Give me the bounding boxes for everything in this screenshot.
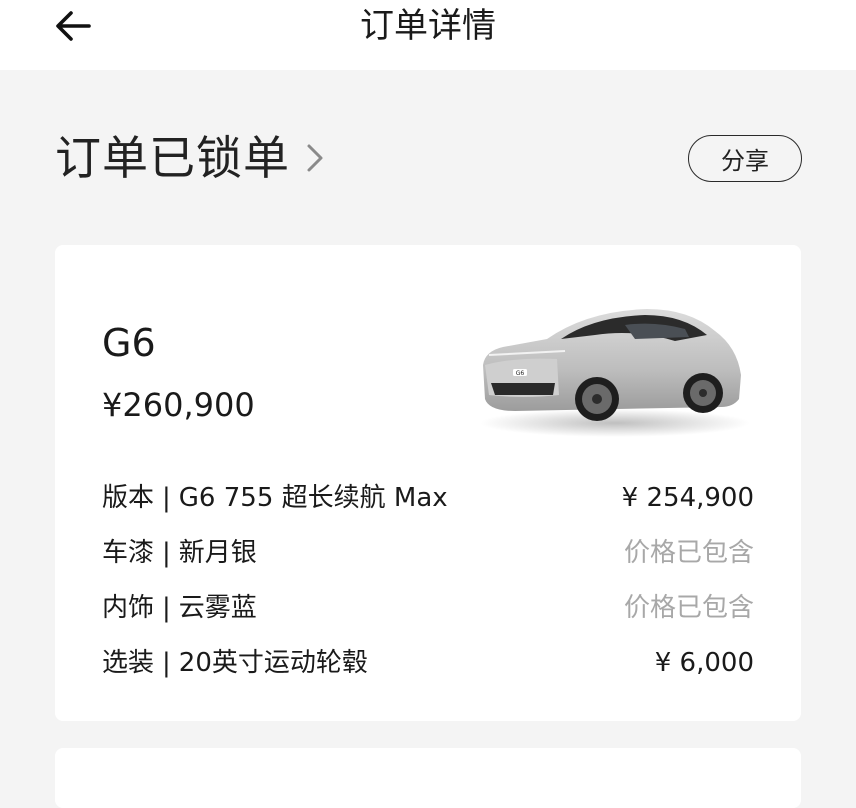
order-status-link[interactable]: 订单已锁单 xyxy=(55,128,326,188)
spec-price: ¥ 254,900 xyxy=(621,483,754,513)
spec-row-version: 版本 | G6 755 超长续航 Max ¥ 254,900 xyxy=(102,478,754,518)
order-status-text: 订单已锁单 xyxy=(55,131,290,185)
next-card xyxy=(55,748,801,808)
spec-value: 新月银 xyxy=(178,538,257,568)
car-image: G6 xyxy=(480,309,750,437)
spec-value: 云雾蓝 xyxy=(178,593,257,623)
spec-label: 选装 xyxy=(102,648,155,678)
car-badge: G6 xyxy=(516,370,525,377)
spec-label: 版本 xyxy=(102,483,155,513)
spec-separator: | xyxy=(162,483,171,513)
model-total-price: ¥260,900 xyxy=(102,386,255,424)
spec-row-paint: 车漆 | 新月银 价格已包含 xyxy=(102,533,754,573)
spec-value: G6 755 超长续航 Max xyxy=(178,483,448,513)
spec-price: 价格已包含 xyxy=(623,538,754,568)
spec-row-options: 选装 | 20英寸运动轮毂 ¥ 6,000 xyxy=(102,643,754,683)
spec-price: ¥ 6,000 xyxy=(654,648,754,678)
share-button[interactable]: 分享 xyxy=(688,135,802,182)
spec-price: 价格已包含 xyxy=(623,593,754,623)
spec-label: 车漆 xyxy=(102,538,155,568)
spec-row-interior: 内饰 | 云雾蓝 价格已包含 xyxy=(102,588,754,628)
top-nav-bar: 订单详情 xyxy=(0,0,856,70)
spec-label: 内饰 xyxy=(102,593,155,623)
spec-separator: | xyxy=(162,538,171,568)
page-title: 订单详情 xyxy=(360,6,496,46)
spec-separator: | xyxy=(162,648,171,678)
model-name: G6 xyxy=(102,321,156,365)
chevron-right-icon xyxy=(304,141,326,175)
spec-value: 20英寸运动轮毂 xyxy=(178,648,368,678)
spec-separator: | xyxy=(162,593,171,623)
order-card: G6 ¥260,900 G6 版本 | G6 755 超长续航 Max ¥ 25… xyxy=(55,245,801,721)
